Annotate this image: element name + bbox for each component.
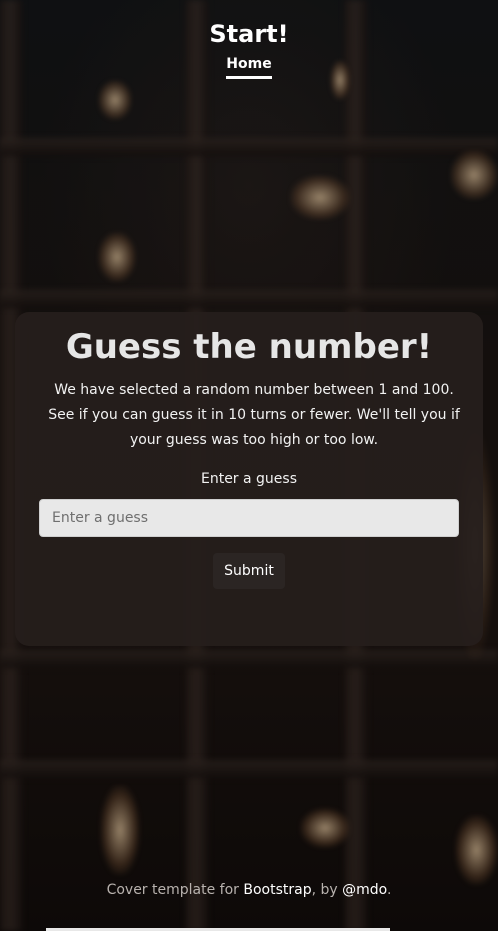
guess-label: Enter a guess [200,471,298,487]
bootstrap-link[interactable]: Bootstrap [243,882,311,898]
submit-button[interactable]: Submit [213,553,285,589]
author-link[interactable]: @mdo [342,882,387,898]
instructions-text: We have selected a random number between… [48,382,460,448]
guess-input[interactable] [39,499,459,537]
page-title: Guess the number! [65,327,433,367]
main-nav: Home [0,50,498,79]
footer: Cover template for Bootstrap, by @mdo. [0,878,498,902]
footer-middle: , by [311,882,343,898]
masthead: Start! Home [0,18,498,79]
footer-suffix: . [386,882,392,898]
brand-title: Start! [209,20,289,48]
guess-card: Guess the number! We have selected a ran… [15,312,483,646]
footer-prefix: Cover template for [106,882,244,898]
nav-link-home[interactable]: Home [226,56,272,79]
